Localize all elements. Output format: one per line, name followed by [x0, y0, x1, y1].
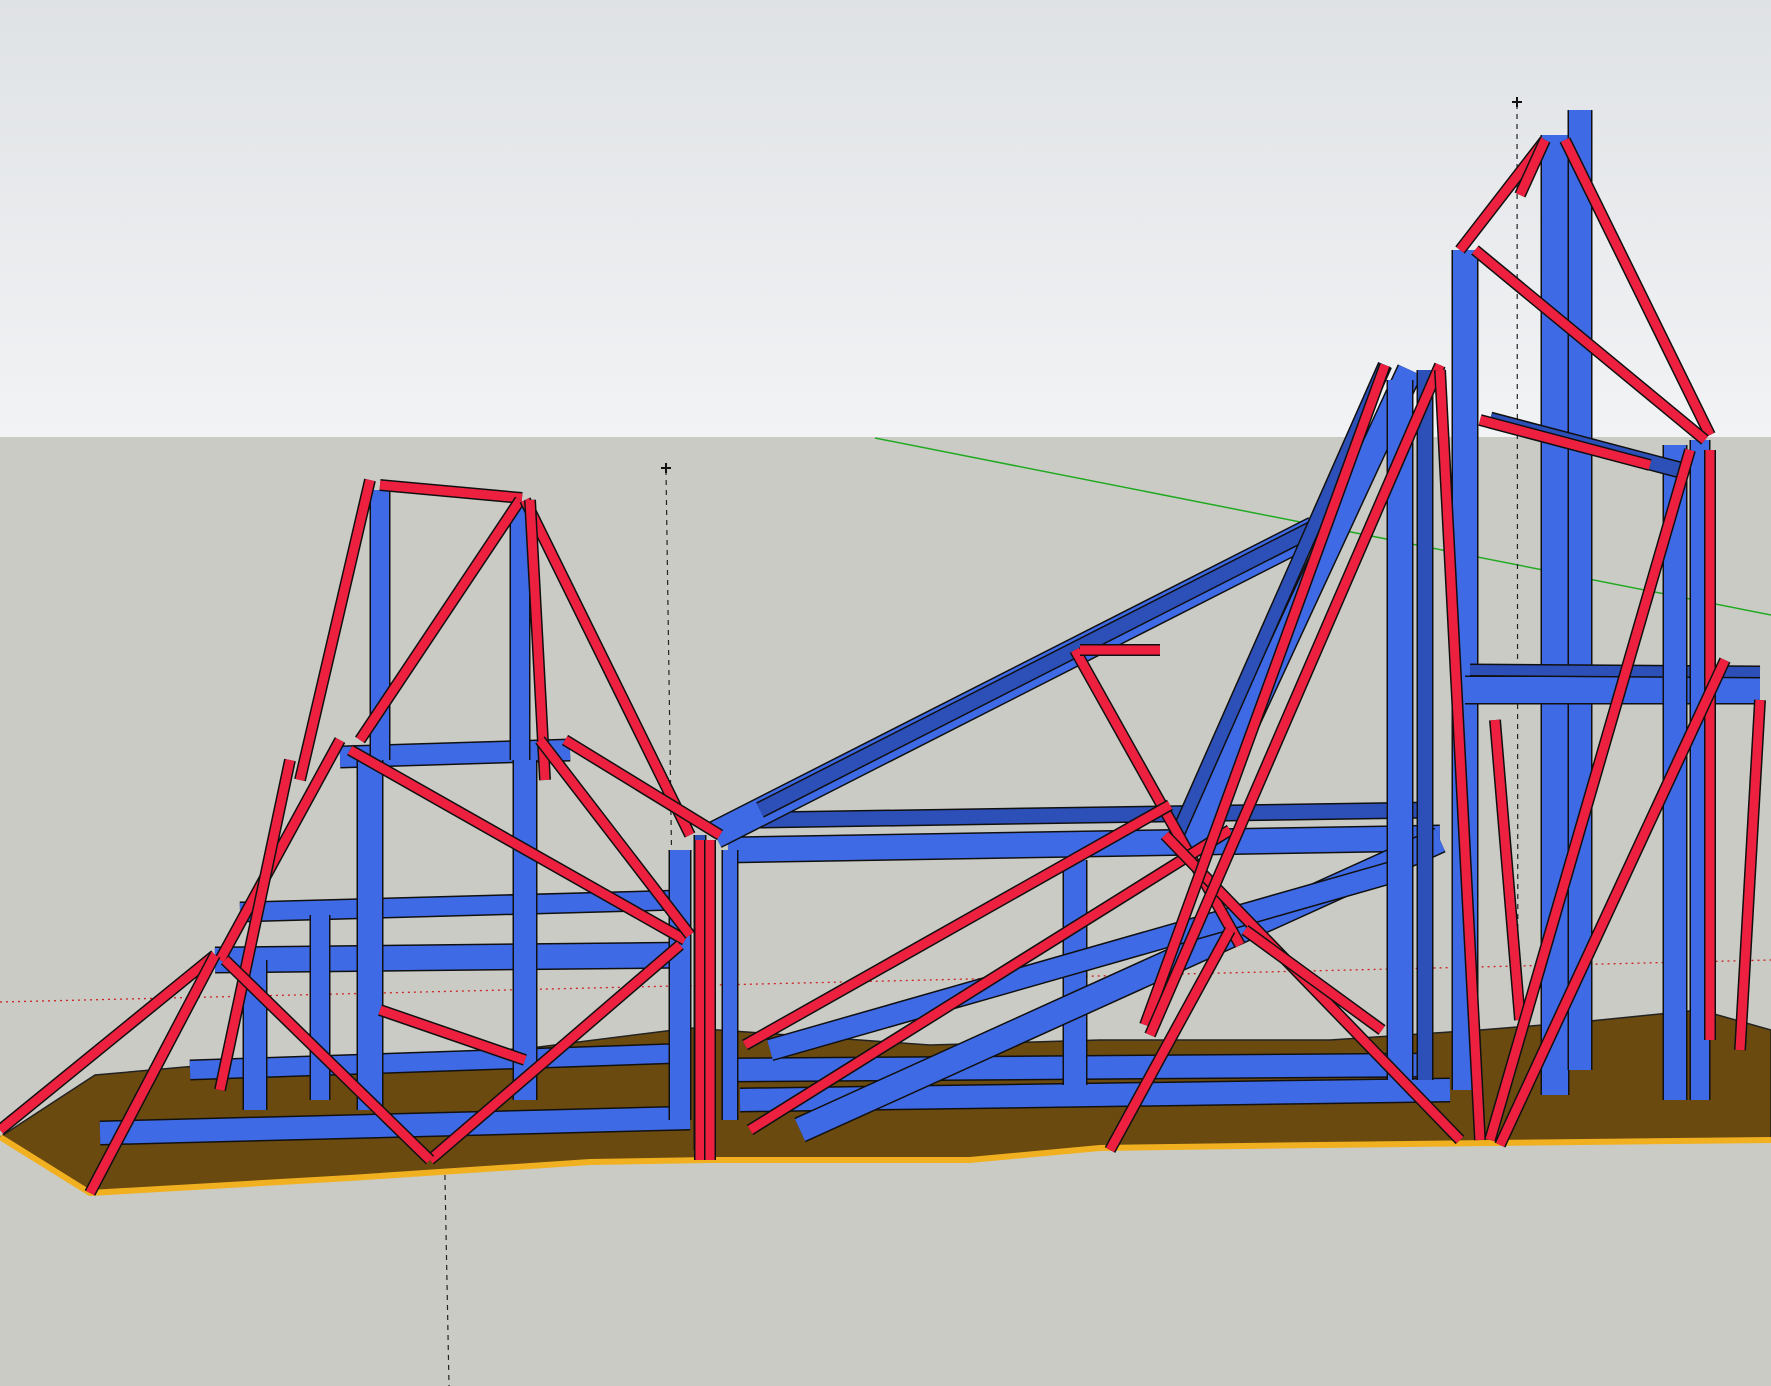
blue-member[interactable]	[214, 941, 691, 974]
3d-viewport[interactable]	[0, 0, 1771, 1386]
model-scene[interactable]	[0, 0, 1771, 1386]
blue-member[interactable]	[759, 801, 1431, 829]
sky	[0, 0, 1771, 437]
